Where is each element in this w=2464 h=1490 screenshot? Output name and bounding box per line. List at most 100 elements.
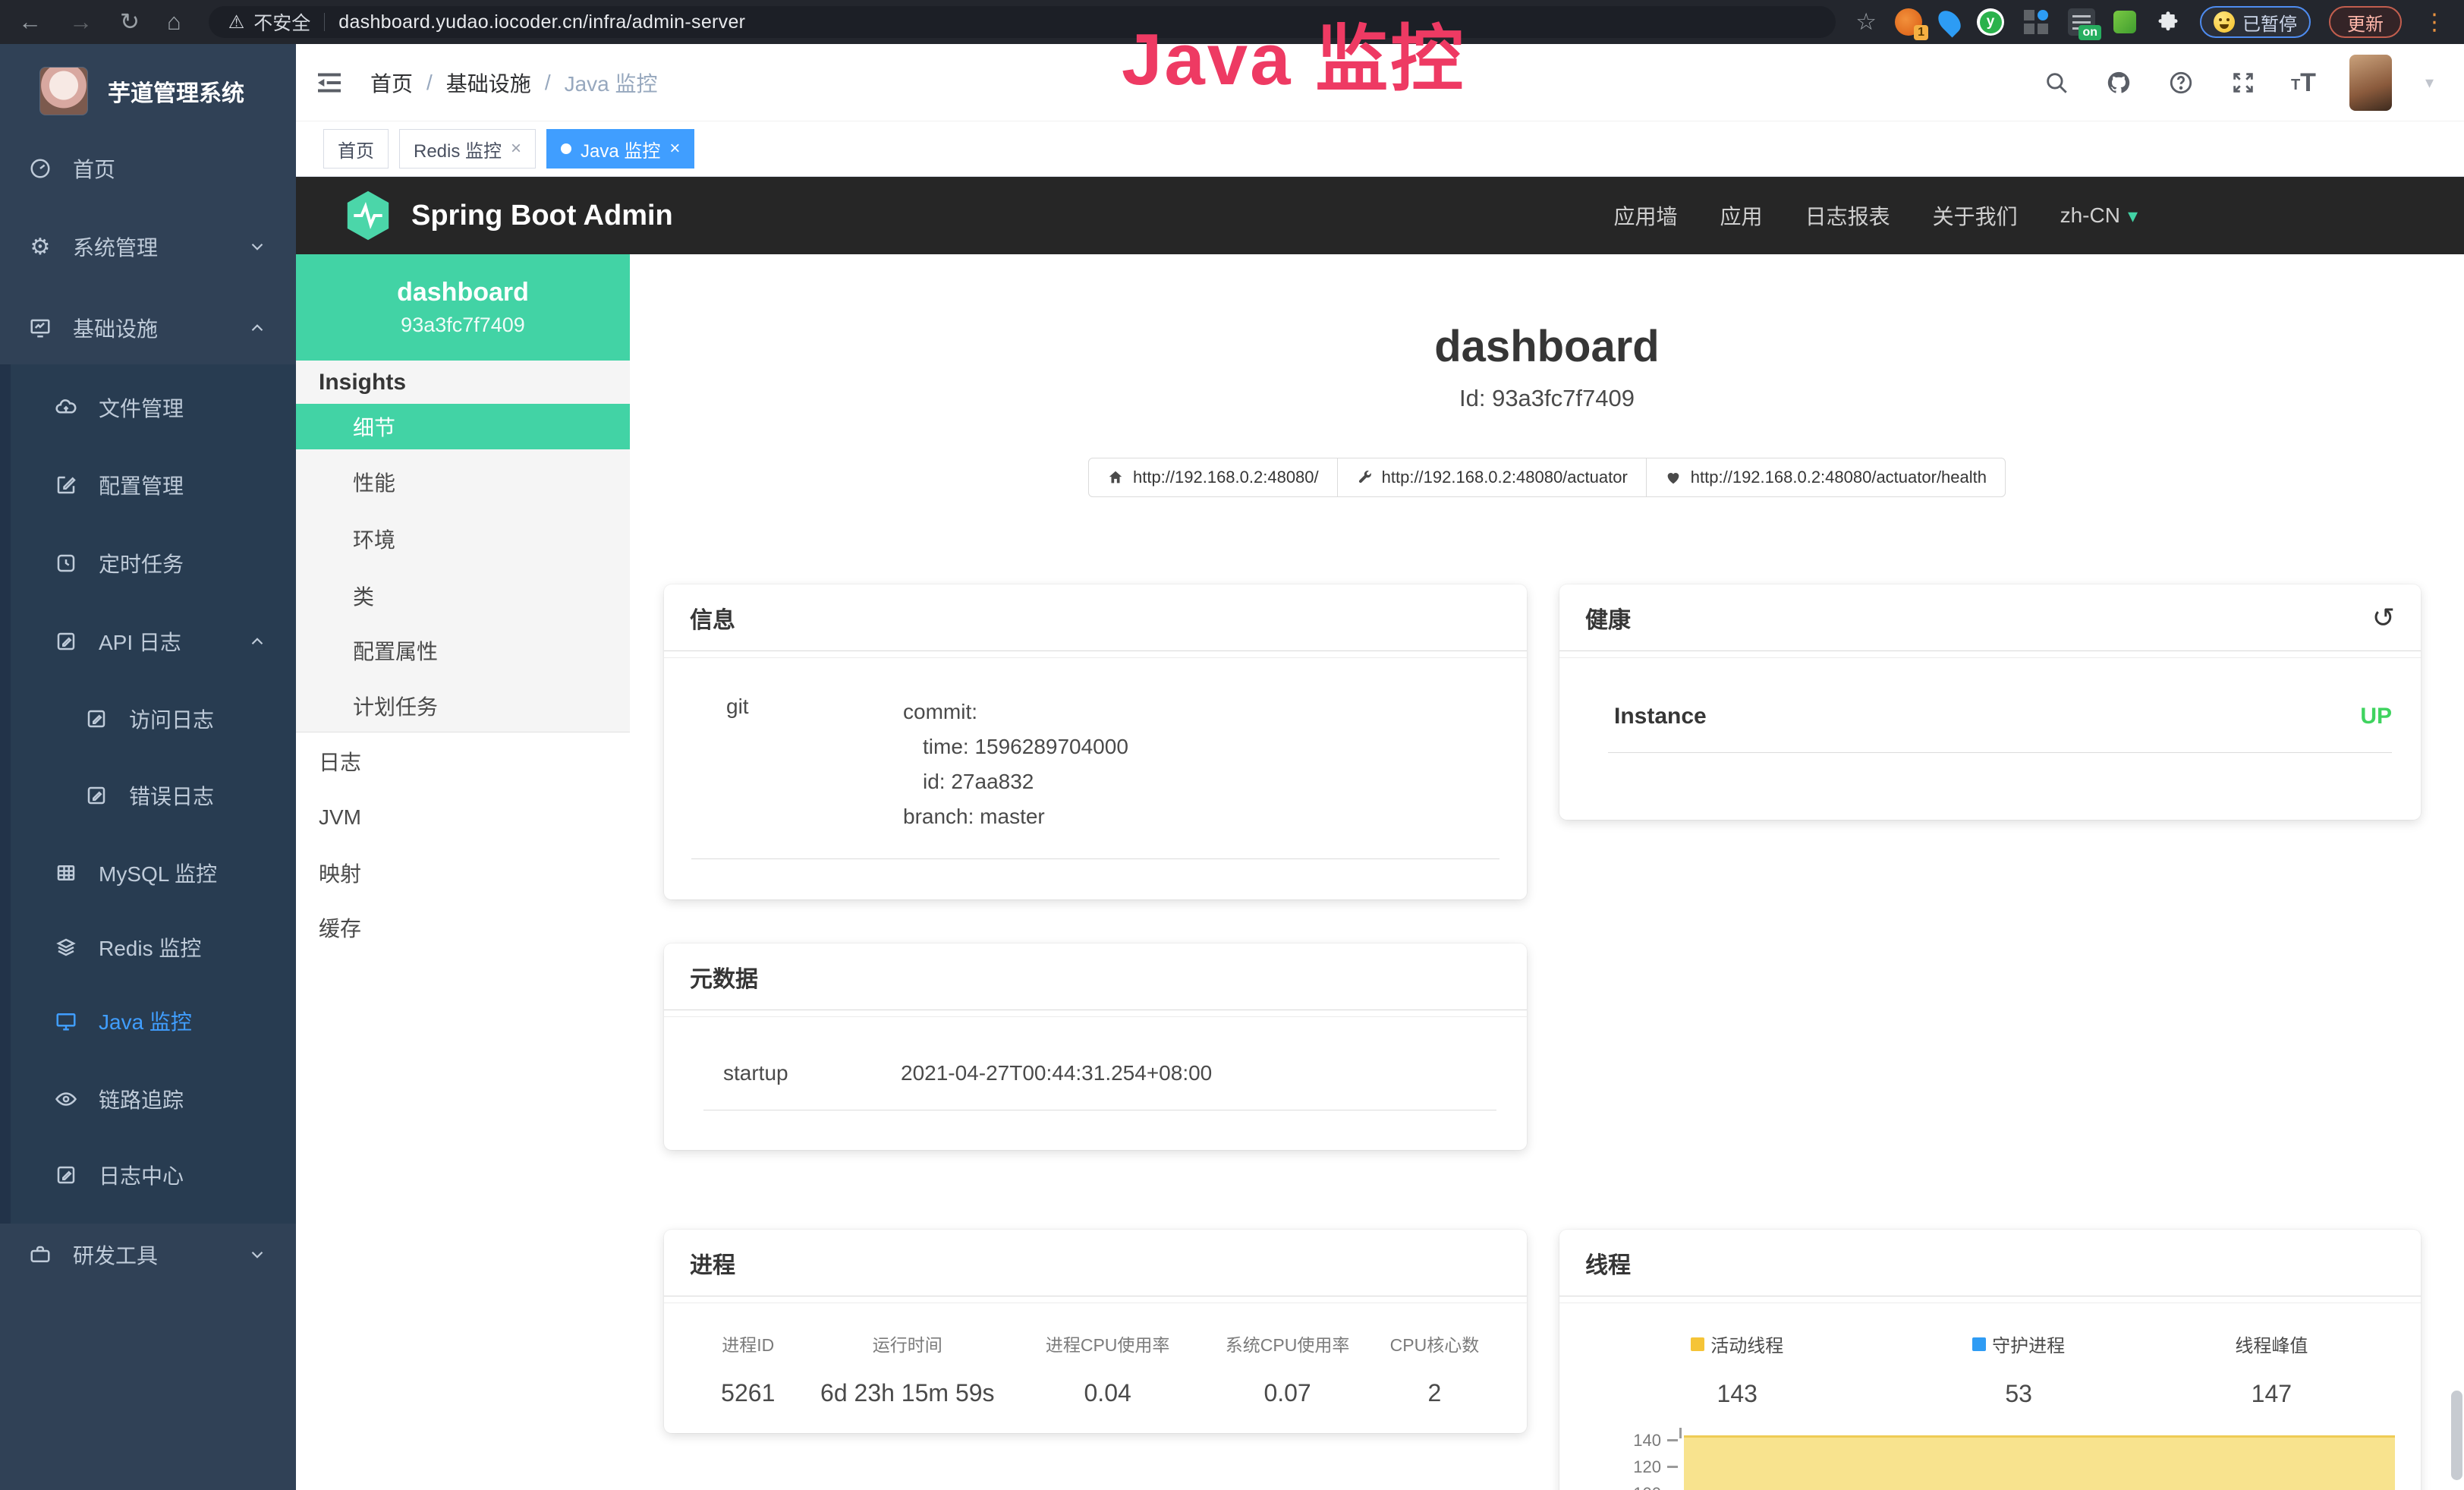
breadcrumb-home[interactable]: 首页: [370, 68, 413, 98]
sba-item-config-props[interactable]: 配置属性: [296, 628, 630, 673]
health-card-title: 健康: [1585, 601, 1631, 635]
close-icon[interactable]: ×: [511, 138, 521, 159]
sidebar-item-java-monitor[interactable]: Java 监控: [0, 998, 296, 1044]
sba-item-caches[interactable]: 缓存: [296, 905, 630, 950]
peak-threads-value: 147: [2252, 1380, 2292, 1408]
metadata-card: 元数据 startup 2021-04-27T00:44:31.254+08:0…: [664, 943, 1527, 1150]
breadcrumb-current: Java 监控: [565, 68, 658, 98]
monitor-icon: [53, 1008, 79, 1034]
browser-home-icon[interactable]: ⌂: [167, 8, 181, 36]
log-edit-icon: [83, 706, 109, 732]
sba-item-classes[interactable]: 类: [296, 573, 630, 619]
wrench-icon: [1356, 469, 1373, 486]
extension-icon-list[interactable]: on: [2068, 8, 2095, 36]
extension-icon-pin[interactable]: [1934, 6, 1965, 37]
user-avatar[interactable]: [2349, 55, 2392, 111]
sidebar-item-log-center[interactable]: 日志中心: [0, 1152, 296, 1198]
log-edit-icon: [53, 628, 79, 654]
sba-item-jvm[interactable]: JVM: [296, 795, 630, 840]
tags-view-bar: 首页 Redis 监控 × Java 监控 ×: [296, 121, 2464, 177]
service-url-button[interactable]: http://192.168.0.2:48080/: [1088, 458, 1338, 497]
sba-locale-select[interactable]: zh-CN ▾: [2060, 203, 2138, 228]
daemon-threads-value: 53: [2005, 1380, 2032, 1408]
dashboard-gauge-icon: [27, 156, 53, 181]
extension-icon-green[interactable]: [2113, 11, 2136, 33]
search-icon[interactable]: [2042, 68, 2071, 97]
legend-swatch-yellow: [1691, 1337, 1704, 1351]
sidebar-item-scheduled-jobs[interactable]: 定时任务: [0, 540, 296, 586]
sidebar-item-dev-tools[interactable]: 研发工具: [0, 1232, 296, 1277]
sidebar-collapse-icon[interactable]: [314, 68, 345, 98]
extension-badge-on: on: [2079, 25, 2101, 40]
tag-tab-java-monitor[interactable]: Java 监控 ×: [546, 129, 694, 169]
sba-nav-journal[interactable]: 日志报表: [1805, 200, 1890, 231]
fullscreen-icon[interactable]: [2229, 68, 2258, 97]
page-scrollbar[interactable]: [2451, 1391, 2462, 1480]
not-secure-warning-icon: ⚠: [228, 11, 245, 33]
log-edit-icon: [53, 1162, 79, 1188]
sidebar-item-system-mgmt[interactable]: ⚙ 系统管理: [0, 224, 296, 269]
browser-forward-icon[interactable]: →: [69, 8, 93, 36]
timer-square-icon: [53, 550, 79, 576]
health-url-button[interactable]: http://192.168.0.2:48080/actuator/health: [1646, 458, 2006, 497]
extension-icon-grid[interactable]: [2022, 8, 2050, 36]
browser-reload-icon[interactable]: ↻: [120, 8, 140, 36]
cpu-cores: 2: [1365, 1379, 1504, 1407]
sba-content: dashboard Id: 93a3fc7f7409 http://192.16…: [630, 254, 2464, 1490]
sba-item-metrics[interactable]: 性能: [296, 459, 630, 505]
sba-nav-about[interactable]: 关于我们: [1933, 200, 2018, 231]
sidebar-item-error-logs[interactable]: 错误日志: [0, 773, 296, 818]
sba-brand[interactable]: Spring Boot Admin: [345, 190, 673, 241]
sidebar-item-api-logs[interactable]: API 日志: [0, 619, 296, 664]
tag-tab-home[interactable]: 首页: [323, 129, 389, 169]
sidebar-item-file-mgmt[interactable]: 文件管理: [0, 385, 296, 430]
breadcrumb-infrastructure[interactable]: 基础设施: [446, 68, 531, 98]
browser-back-icon[interactable]: ←: [18, 8, 42, 36]
help-icon[interactable]: [2167, 68, 2195, 97]
address-bar[interactable]: ⚠ 不安全 dashboard.yudao.iocoder.cn/infra/a…: [209, 6, 1836, 38]
info-card: 信息 git commit: time: 1596289704000 id: 2…: [664, 584, 1527, 899]
actuator-url-button[interactable]: http://192.168.0.2:48080/actuator: [1337, 458, 1647, 497]
system-cpu: 0.07: [1210, 1379, 1365, 1407]
font-size-icon[interactable]: TT: [2291, 71, 2316, 94]
not-secure-label: 不安全: [253, 8, 310, 36]
sidebar-item-access-logs[interactable]: 访问日志: [0, 696, 296, 742]
sidebar-item-config-mgmt[interactable]: 配置管理: [0, 462, 296, 508]
legend-peak-threads: 线程峰值: [2235, 1331, 2308, 1357]
database-grid-icon: [53, 860, 79, 886]
avatar-caret-icon[interactable]: ▾: [2425, 73, 2434, 93]
update-chrome-button[interactable]: 更新: [2329, 6, 2402, 38]
profile-paused-chip[interactable]: 已暂停: [2200, 6, 2311, 38]
bookmark-star-icon[interactable]: ☆: [1855, 8, 1877, 36]
sidebar-item-trace[interactable]: 链路追踪: [0, 1076, 296, 1122]
extension-icon-y-green[interactable]: y: [1977, 8, 2004, 36]
sba-nav-wallboard[interactable]: 应用墙: [1614, 200, 1678, 231]
sba-item-mappings[interactable]: 映射: [296, 850, 630, 896]
extension-icon-orange[interactable]: 1: [1895, 8, 1922, 36]
sidebar-item-infrastructure[interactable]: 基础设施: [0, 305, 296, 351]
breadcrumb: 首页 / 基础设施 / Java 监控: [370, 68, 658, 98]
app-logo[interactable]: 芋道管理系统: [39, 67, 244, 115]
close-icon[interactable]: ×: [669, 138, 680, 159]
tag-tab-redis-monitor[interactable]: Redis 监控 ×: [399, 129, 536, 169]
sidebar-item-mysql-monitor[interactable]: MySQL 监控: [0, 850, 296, 896]
sba-item-logs[interactable]: 日志: [296, 739, 630, 784]
sba-instance-header[interactable]: dashboard 93a3fc7f7409: [296, 254, 630, 361]
sba-nav-applications[interactable]: 应用: [1720, 200, 1763, 231]
health-instance-label: Instance: [1614, 704, 1707, 729]
sba-item-environment[interactable]: 环境: [296, 516, 630, 562]
browser-menu-icon[interactable]: ⋮: [2423, 9, 2446, 36]
sba-sidebar: dashboard 93a3fc7f7409 Insights 细节 性能 环境…: [296, 254, 630, 1490]
history-icon[interactable]: ↺: [2372, 602, 2395, 634]
sba-item-scheduled-tasks[interactable]: 计划任务: [296, 683, 630, 729]
extensions-puzzle-icon[interactable]: [2154, 8, 2182, 36]
app-title: 芋道管理系统: [108, 74, 244, 108]
sba-item-details[interactable]: 细节: [296, 404, 630, 449]
sidebar-item-home[interactable]: 首页: [0, 146, 296, 191]
process-uptime: 6d 23h 15m 59s: [810, 1379, 1005, 1407]
annotation-java-monitor: Java 监控: [1122, 0, 1465, 106]
sidebar-item-redis-monitor[interactable]: Redis 监控: [0, 925, 296, 970]
github-icon[interactable]: [2104, 68, 2133, 97]
process-table: 进程ID 运行时间 进程CPU使用率 系统CPU使用率 CPU核心数 5261 …: [664, 1303, 1527, 1407]
layers-icon: [53, 934, 79, 960]
